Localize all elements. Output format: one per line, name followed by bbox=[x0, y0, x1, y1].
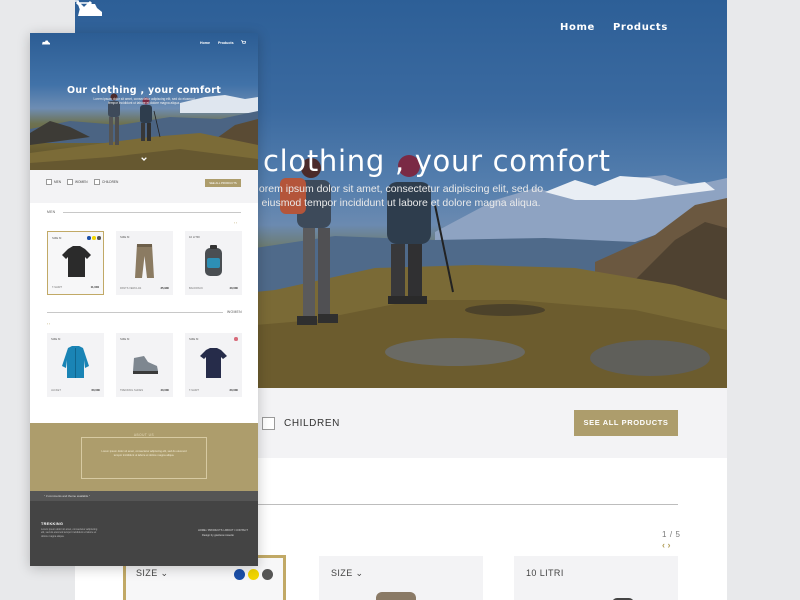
size-select[interactable]: SIZE M bbox=[51, 337, 60, 341]
pager-arrows[interactable]: ‹ › bbox=[47, 322, 50, 326]
product-card[interactable]: 10 LITRI bbox=[514, 556, 678, 600]
product-card[interactable]: SIZE M T-SHIRT 20,00€ bbox=[185, 333, 242, 397]
product-card[interactable]: SIZE M TREKKING SHOES 40,00€ bbox=[116, 333, 173, 397]
nav-products[interactable]: Products bbox=[218, 41, 234, 45]
women-label: WOMEN bbox=[75, 180, 88, 184]
about-box bbox=[81, 437, 207, 479]
chevron-down-icon[interactable] bbox=[75, 0, 93, 12]
men-checkbox[interactable] bbox=[46, 179, 52, 185]
nav-home[interactable]: Home bbox=[200, 41, 210, 45]
tshirt-image bbox=[200, 348, 227, 378]
comments-bar: " 3 comments and theme available " bbox=[30, 491, 258, 501]
capacity-label: 10 LITRI bbox=[189, 235, 200, 239]
product-card[interactable]: SIZE M PANTS VERCLAS 35,90€ bbox=[116, 231, 173, 295]
backpack-image bbox=[205, 245, 222, 276]
pants-image bbox=[135, 244, 154, 278]
footer-links[interactable]: HOME / PRODUCTS / ABOUT / CONTACT bbox=[198, 529, 248, 532]
size-select[interactable]: SIZE M bbox=[189, 337, 198, 341]
children-checkbox[interactable] bbox=[94, 179, 100, 185]
product-card[interactable]: SIZE M JACKET 60,00€ bbox=[47, 333, 104, 397]
footer-credit: Design by gianluca rossetto bbox=[202, 534, 234, 537]
backpack-image bbox=[613, 598, 633, 600]
size-select[interactable]: SIZE M bbox=[52, 236, 61, 240]
size-select[interactable]: SIZE M bbox=[120, 337, 129, 341]
comments-text: " 3 comments and theme available " bbox=[44, 494, 91, 498]
see-all-products-button[interactable]: SEE ALL PRODUCTS bbox=[205, 179, 241, 187]
product-price: 40,00€ bbox=[160, 388, 169, 392]
capacity-label: 10 LITRI bbox=[526, 568, 564, 578]
footer: TREKKING Lorem ipsum dolor sit amet, con… bbox=[30, 501, 258, 566]
filter-bar: MEN WOMEN CHILDREN SEE ALL PRODUCTS bbox=[30, 170, 258, 203]
footer-brand: TREKKING bbox=[41, 522, 64, 526]
logo-icon[interactable] bbox=[41, 39, 51, 46]
section-divider bbox=[63, 212, 241, 213]
nav-home[interactable]: Home bbox=[560, 22, 595, 33]
product-price: 20,00€ bbox=[229, 388, 238, 392]
color-swatch-blue[interactable] bbox=[234, 569, 245, 580]
shoes-image bbox=[133, 356, 158, 374]
jacket-image bbox=[62, 346, 89, 378]
see-all-products-button[interactable]: SEE ALL PRODUCTS bbox=[574, 410, 678, 436]
pager-arrows[interactable]: ‹ › bbox=[234, 221, 237, 225]
women-checkbox[interactable] bbox=[67, 179, 73, 185]
hero-title: Our clothing , your comfort bbox=[66, 85, 222, 96]
product-name: T-SHIRT bbox=[189, 389, 200, 392]
page-full-preview: Home Products Our clothing , your comfor… bbox=[30, 33, 258, 566]
children-label: CHILDREN bbox=[102, 180, 119, 184]
color-swatch-grey[interactable] bbox=[97, 236, 101, 240]
product-card[interactable]: 10 LITRI BACKPACK 40,00€ bbox=[185, 231, 242, 295]
section-divider bbox=[47, 312, 223, 313]
product-name: JACKET bbox=[51, 389, 61, 392]
section-title-men: MEN bbox=[47, 210, 56, 214]
pager-arrows[interactable]: ‹ › bbox=[662, 540, 671, 550]
hero-subtitle: orem ipsum dolor sit amet, consectetur a… bbox=[258, 183, 544, 209]
product-price: 11,00€ bbox=[90, 285, 99, 289]
color-swatch-blue[interactable] bbox=[87, 236, 91, 240]
section-title-women: WOMEN bbox=[227, 310, 242, 314]
about-text: Lorem ipsum dolor sit amet, consectetur … bbox=[101, 450, 187, 457]
size-select[interactable]: SIZE ⌄ bbox=[331, 568, 363, 579]
product-price: 40,00€ bbox=[229, 286, 238, 290]
men-label: MEN bbox=[54, 180, 62, 184]
color-swatch-pink[interactable] bbox=[234, 337, 238, 341]
children-checkbox[interactable] bbox=[262, 417, 275, 430]
chevron-down-icon[interactable] bbox=[141, 157, 147, 161]
color-swatch-yellow[interactable] bbox=[92, 236, 96, 240]
product-name: TREKKING SHOES bbox=[120, 389, 144, 392]
size-select[interactable]: SIZE ⌄ bbox=[136, 568, 168, 579]
section-divider bbox=[250, 504, 678, 505]
hero-title: clothing , your comfort bbox=[263, 144, 611, 178]
page-indicator: 1 / 5 bbox=[662, 530, 681, 539]
product-name: T-SHIRT bbox=[52, 286, 63, 289]
hero-subtitle: Lorem ipsum dolor sit amet, consectetur … bbox=[93, 97, 195, 105]
about-title: ABOUT US bbox=[133, 433, 155, 437]
pants-image bbox=[376, 592, 416, 600]
product-price: 60,00€ bbox=[91, 388, 100, 392]
product-card[interactable]: SIZE ⌄ bbox=[319, 556, 483, 600]
size-select[interactable]: SIZE M bbox=[120, 235, 129, 239]
hero-banner: Home Products Our clothing , your comfor… bbox=[30, 33, 258, 170]
product-name: PANTS VERCLAS bbox=[120, 287, 142, 290]
color-swatch-yellow[interactable] bbox=[248, 569, 259, 580]
product-name: BACKPACK bbox=[189, 287, 203, 290]
footer-text: Lorem ipsum dolor sit amet, consectetur … bbox=[41, 528, 98, 538]
tshirt-image bbox=[62, 246, 91, 277]
color-swatch-grey[interactable] bbox=[262, 569, 273, 580]
children-label: CHILDREN bbox=[284, 418, 340, 429]
product-price: 35,90€ bbox=[160, 286, 169, 290]
cart-icon[interactable] bbox=[241, 40, 246, 45]
nav-products[interactable]: Products bbox=[613, 22, 668, 33]
product-card-selected[interactable]: SIZE M T-SHIRT 11,00€ bbox=[47, 231, 104, 295]
